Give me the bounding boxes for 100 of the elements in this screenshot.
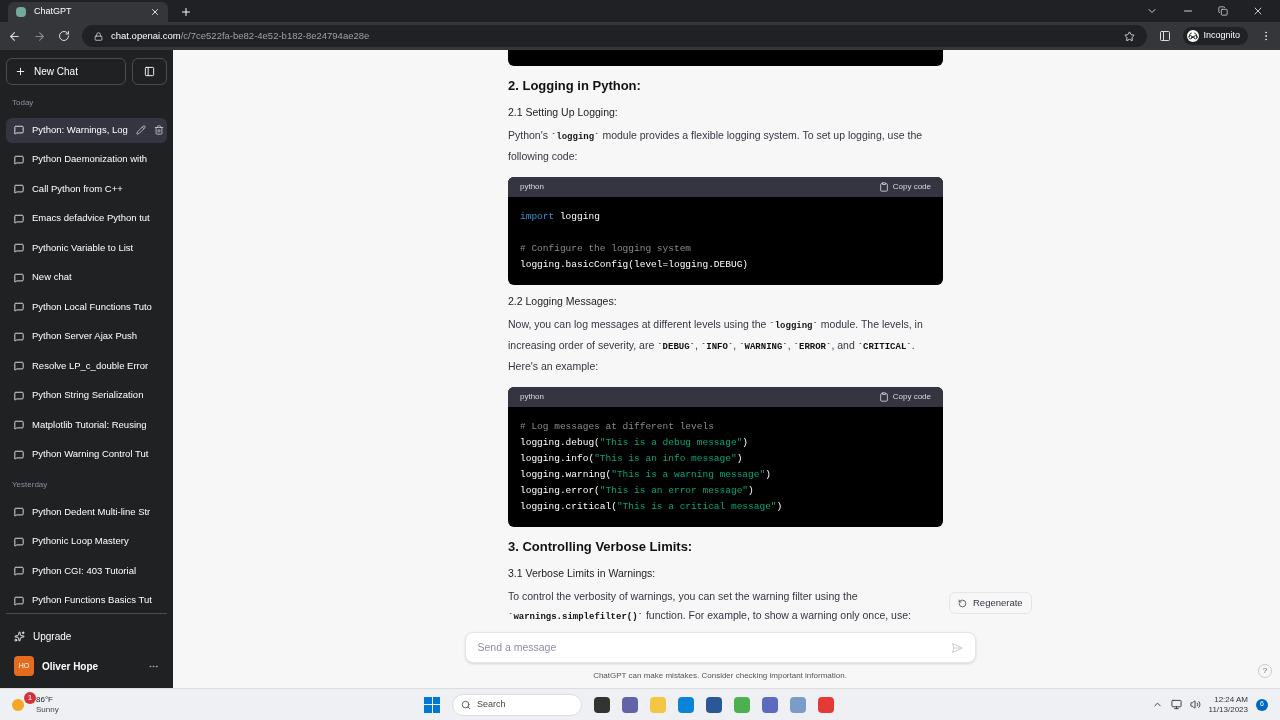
chat-bubble-icon <box>14 184 24 194</box>
chat-title: Python Daemonization with <box>32 152 149 167</box>
chat-title: Python Server Ajax Push <box>32 329 139 344</box>
paragraph: To control the verbosity of warnings, you can set the warning filter using the `warnings.simplefilter()` function. For example, to show a warning only once, use: <box>508 589 912 624</box>
chat-bubble-icon <box>14 272 24 283</box>
restore-icon[interactable] <box>1218 6 1228 16</box>
start-icon[interactable] <box>424 696 440 713</box>
message-input[interactable]: Send a message <box>464 632 976 663</box>
user-name: Oliver Hope <box>42 659 100 674</box>
chat-history-item[interactable]: Python String Serialization <box>6 383 167 408</box>
code-line: # Configure the logging system <box>520 242 693 256</box>
chat-bubble-icon <box>14 566 24 576</box>
chat-history-item[interactable]: Python Local Functions Tuto <box>6 294 167 320</box>
new-chat-button[interactable]: New Chat <box>6 58 126 85</box>
chat-title: New chat <box>32 270 73 285</box>
search-icon <box>461 699 471 710</box>
regenerate-button[interactable]: Regenerate <box>949 592 1032 614</box>
chat-bubble-icon <box>14 243 24 253</box>
chat-history-item[interactable]: Python Daemonization with <box>6 147 167 172</box>
clipboard-icon <box>878 182 889 192</box>
clock-time: 12:24 AM <box>1214 694 1248 705</box>
message-field[interactable]: Send a message <box>477 639 951 656</box>
incognito-icon <box>1187 30 1200 42</box>
chat-title: Python Dedent Multi-line Str <box>32 504 152 519</box>
code-line: logging.critical("This is a critical message") <box>520 500 784 514</box>
chat-title: Emacs defadvice Python tut <box>32 211 151 226</box>
chat-title: Pythonic Variable to List <box>32 240 135 255</box>
reload-icon[interactable] <box>58 30 70 42</box>
chat-title: Python CGI: 403 Tutorial <box>32 563 138 578</box>
chat-title: Python Functions Basics Tut <box>32 593 153 608</box>
weather-condition: Sunny <box>36 704 59 715</box>
copy-code-button[interactable]: Copy code <box>878 181 931 193</box>
url-text: chat.openai.com/c/7ce522fa-be82-4e52-b182-8e24794ae28e <box>111 28 371 43</box>
chat-history-item[interactable]: Python Dedent Multi-line Str <box>6 499 167 525</box>
app-icon[interactable] <box>622 696 638 713</box>
bookmark-star-icon[interactable] <box>1124 30 1136 42</box>
close-icon[interactable] <box>1252 5 1264 17</box>
volume-icon[interactable] <box>1189 699 1201 710</box>
delete-icon[interactable] <box>153 125 164 135</box>
chat-title: Matplotlib Tutorial: Reusing <box>32 417 148 432</box>
chat-bubble-icon <box>14 302 24 312</box>
chat-title: Python String Serialization <box>32 388 145 403</box>
upgrade-item[interactable]: Upgrade <box>6 622 167 650</box>
code-line: # Log messages at different levels <box>520 420 715 434</box>
chat-bubble-icon <box>14 154 24 165</box>
chat-bubble-icon <box>14 536 24 547</box>
paragraph: Python's `logging` module provides a flexible logging system. To set up logging, use the following code: <box>508 128 924 164</box>
new-tab-icon[interactable] <box>180 6 192 18</box>
code-line: logging.info("This is an info message") <box>520 452 744 466</box>
copy-code-button[interactable]: Copy code <box>878 391 931 403</box>
address-bar[interactable]: chat.openai.com/c/7ce522fa-be82-4e52-b182-8e24794ae28e <box>82 25 1148 47</box>
subsection-heading: 2.2 Logging Messages: <box>508 294 617 309</box>
chat-history-item[interactable]: Emacs defadvice Python tut <box>6 206 167 231</box>
incognito-badge[interactable]: Incognito <box>1183 27 1248 45</box>
tab-title: ChatGPT <box>34 5 73 19</box>
chat-history-item[interactable]: Python: Warnings, Log <box>6 117 167 143</box>
code-language: python <box>520 181 545 193</box>
chat-bubble-icon <box>14 449 24 460</box>
edit-icon[interactable] <box>135 125 146 135</box>
subsection-heading: 2.1 Setting Up Logging: <box>508 105 618 120</box>
forward-icon[interactable] <box>33 29 46 43</box>
chat-title: Call Python from C++ <box>32 181 124 196</box>
chat-history-item[interactable]: Pythonic Loop Mastery <box>6 529 167 554</box>
close-icon[interactable] <box>150 7 160 17</box>
section-heading: 2. Logging in Python: <box>508 77 641 95</box>
taskbar-search[interactable]: Search <box>452 693 582 716</box>
chat-history-item[interactable]: New chat <box>6 265 167 290</box>
regenerate-icon <box>958 598 967 608</box>
chat-bubble-icon <box>14 420 24 430</box>
back-icon[interactable] <box>8 29 21 43</box>
chat-history-item[interactable]: Matplotlib Tutorial: Reusing <box>6 412 167 438</box>
side-panel-icon[interactable] <box>1159 30 1172 42</box>
chat-history-item[interactable]: Resolve LP_c_double Error <box>6 353 167 379</box>
sidebar-icon <box>144 66 155 77</box>
lock-icon <box>94 31 103 41</box>
chat-title: Python Warning Control Tut <box>32 447 150 462</box>
chat-title: Pythonic Loop Mastery <box>32 534 130 549</box>
code-line: logging.debug("This is a debug message") <box>520 436 750 450</box>
chat-history-item[interactable]: Python Warning Control Tut <box>6 442 167 467</box>
chat-history-item[interactable]: Python CGI: 403 Tutorial <box>6 558 167 584</box>
chat-history-item[interactable]: Python Server Ajax Push <box>6 324 167 349</box>
chat-history-item[interactable]: Pythonic Variable to List <box>6 235 167 261</box>
code-line: import logging <box>520 210 601 224</box>
chat-bubble-icon <box>14 331 24 342</box>
chat-history-item[interactable]: Call Python from C++ <box>6 176 167 202</box>
chat-bubble-icon <box>14 507 24 517</box>
code-line: logging.error("This is an error message") <box>520 484 755 498</box>
section-label: Yesterday <box>11 479 49 491</box>
browser-tab[interactable]: ChatGPT <box>8 2 168 22</box>
sparkle-icon <box>14 630 25 642</box>
toggle-sidebar-button[interactable] <box>132 58 167 85</box>
chat-bubble-icon <box>14 595 24 606</box>
code-line: logging.warning("This is a warning message") <box>520 468 772 482</box>
section-label: Today <box>11 97 35 109</box>
app-icon[interactable] <box>594 696 610 713</box>
chat-history-item[interactable]: Python Functions Basics Tut <box>6 588 167 613</box>
clock-date: 11/13/2023 <box>1208 704 1248 715</box>
network-icon[interactable] <box>1170 699 1182 710</box>
app-icon[interactable] <box>706 696 722 713</box>
chat-title: Python Local Functions Tuto <box>32 299 153 314</box>
